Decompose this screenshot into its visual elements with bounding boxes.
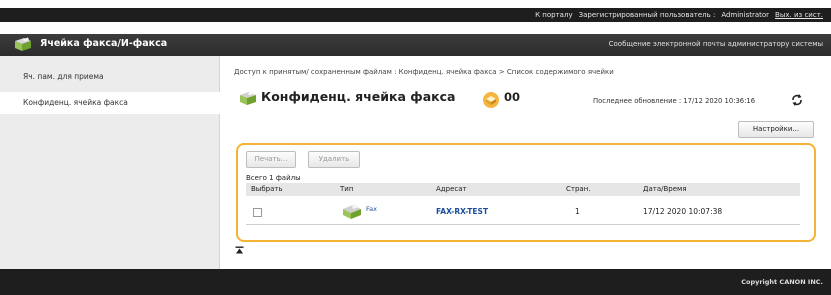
settings-button[interactable]: Настройки...	[738, 121, 814, 138]
breadcrumb-separator: >	[496, 68, 507, 76]
sidebar-item-label: Яч. пам. для приема	[23, 72, 104, 81]
top-links: К порталу Зарегистрированный пользовател…	[529, 8, 823, 22]
column-header-datetime: Дата/Время	[643, 185, 687, 193]
breadcrumb: Доступ к принятым/ сохраненным файлам : …	[234, 68, 614, 76]
breadcrumb-separator: :	[391, 68, 399, 76]
box-badge-icon	[483, 92, 499, 108]
breadcrumb-current: Список содержимого ячейки	[506, 68, 614, 76]
total-files-count: Всего 1 файлы	[246, 174, 301, 182]
box-number: 00	[504, 90, 521, 104]
top-bar: К порталу Зарегистрированный пользовател…	[0, 0, 831, 34]
breadcrumb-confidential-box[interactable]: Конфиденц. ячейка факса	[399, 68, 497, 76]
column-header-select: Выбрать	[251, 185, 283, 193]
email-admin-link[interactable]: Сообщение электронной почты администрато…	[609, 40, 823, 48]
select-checkbox[interactable]	[253, 208, 262, 217]
portal-link[interactable]: К порталу	[535, 11, 572, 19]
print-button[interactable]: Печать...	[246, 151, 296, 168]
footer: Copyright CANON INC.	[0, 269, 831, 295]
page-title: Конфиденц. ячейка факса	[261, 89, 456, 104]
delete-button[interactable]: Удалить	[308, 151, 360, 168]
scroll-to-top-icon[interactable]	[235, 246, 244, 255]
fax-machine-icon	[15, 37, 31, 51]
page-count: 1	[575, 207, 580, 216]
table-row[interactable]: Fax FAX-RX-TEST 1 17/12 2020 10:07:38	[246, 199, 800, 225]
file-type-link[interactable]: Fax	[366, 205, 377, 213]
table-header: Выбрать Тип Адресат Стран. Дата/Время	[246, 183, 800, 196]
column-header-type: Тип	[340, 185, 354, 193]
sidebar-item-reception-memory[interactable]: Яч. пам. для приема	[0, 66, 220, 88]
fax-machine-icon	[240, 91, 256, 105]
main-content: Доступ к принятым/ сохраненным файлам : …	[220, 56, 831, 269]
sidebar-item-confidential-box[interactable]: Конфиденц. ячейка факса	[0, 92, 220, 114]
username: Administrator	[721, 11, 770, 19]
column-header-recipient: Адресат	[436, 185, 467, 193]
refresh-icon[interactable]	[790, 93, 804, 107]
registered-user-label: Зарегистрированный пользователь :	[578, 11, 716, 19]
breadcrumb-access-files[interactable]: Доступ к принятым/ сохраненным файлам	[234, 68, 392, 76]
column-header-pages: Стран.	[566, 185, 591, 193]
app-header: Ячейка факса/И-факса Сообщение электронн…	[0, 34, 831, 56]
last-update-text: Последнее обновление : 17/12 2020 10:36:…	[593, 97, 756, 105]
logout-link[interactable]: Вых. из сист.	[775, 11, 823, 19]
sidebar: Яч. пам. для приема Конфиденц. ячейка фа…	[0, 56, 220, 269]
sidebar-item-label: Конфиденц. ячейка факса	[23, 98, 128, 107]
app-title: Ячейка факса/И-факса	[40, 38, 168, 49]
fax-machine-icon	[343, 204, 361, 219]
recipient-link[interactable]: FAX-RX-TEST	[436, 207, 488, 216]
copyright-text: Copyright CANON INC.	[741, 278, 823, 286]
date-time: 17/12 2020 10:07:38	[643, 207, 723, 216]
